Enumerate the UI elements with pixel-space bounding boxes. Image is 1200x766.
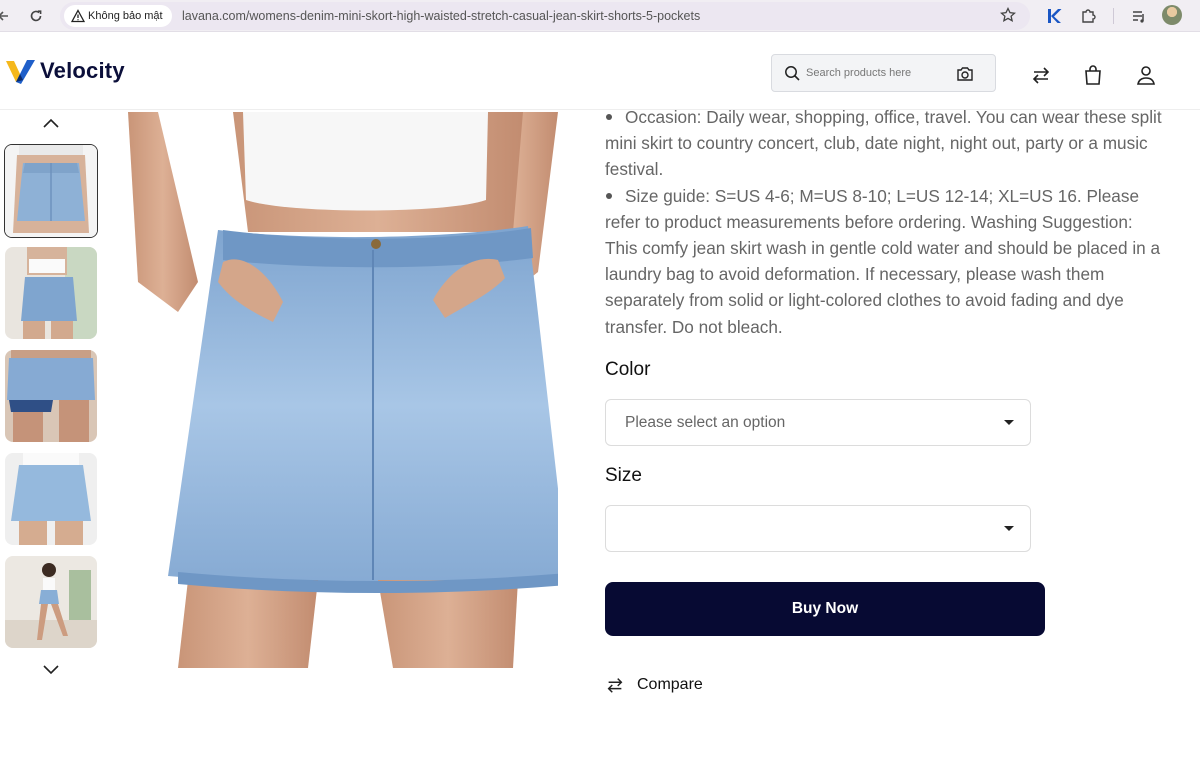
site-header: Velocity [0,36,1200,110]
search-icon [785,66,800,81]
k-extension-icon[interactable] [1044,6,1064,26]
url-text[interactable]: lavana.com/womens-denim-mini-skort-high-… [182,2,700,30]
media-queue-icon[interactable] [1129,6,1149,26]
bullet-dot [606,114,612,121]
main-product-image[interactable] [128,112,558,668]
browser-toolbar: Không bảo mật lavana.com/womens-denim-mi… [0,0,1200,32]
address-bar[interactable]: Không bảo mật lavana.com/womens-denim-mi… [60,2,1030,30]
back-arrow-icon[interactable] [0,7,12,25]
size-label: Size [605,465,642,486]
thumbnail-2[interactable] [5,247,97,339]
compare-arrows-icon [607,678,623,693]
velocity-logo-icon [6,60,35,84]
compare-link[interactable]: Compare [605,673,703,697]
bookmark-star-icon[interactable] [999,6,1018,25]
size-select[interactable] [605,505,1031,552]
search-box[interactable] [771,54,996,92]
thumbnail-3[interactable] [5,350,97,442]
thumbnail-5[interactable] [5,556,97,648]
brand-logo[interactable]: Velocity [6,58,125,84]
profile-avatar[interactable] [1162,5,1182,25]
brand-name: Velocity [40,58,125,83]
thumbnail-4[interactable] [5,453,97,545]
security-label: Không bảo mật [88,10,163,22]
search-input[interactable] [806,63,946,83]
bullet-dot [606,193,612,200]
extensions-puzzle-icon[interactable] [1079,6,1099,26]
description-bullet: Size guide: S=US 4-6; M=US 8-10; L=US 12… [605,183,1165,340]
thumbnail-1[interactable] [4,144,98,238]
chevron-down-icon[interactable] [40,661,62,677]
product-description: Occasion: Daily wear, shopping, office, … [605,104,1165,340]
color-select-value: Please select an option [625,414,786,431]
warning-icon [71,9,85,23]
shopping-bag-icon[interactable] [1082,64,1104,86]
buy-now-button[interactable]: Buy Now [605,582,1045,636]
user-account-icon[interactable] [1135,64,1157,86]
color-label: Color [605,359,651,380]
reload-icon[interactable] [27,7,45,25]
camera-icon[interactable] [956,65,974,82]
toolbar-separator [1113,8,1114,24]
security-chip[interactable]: Không bảo mật [64,5,172,27]
chevron-up-icon[interactable] [40,116,62,132]
caret-down-icon [1004,420,1014,425]
caret-down-icon [1004,526,1014,531]
description-size-guide: Size guide: S=US 4-6; M=US 8-10; L=US 12… [605,185,1161,337]
description-occasion: Occasion: Daily wear, shopping, office, … [605,107,1162,180]
compare-label: Compare [637,676,703,693]
compare-arrows-icon[interactable] [1030,64,1052,86]
description-bullet: Occasion: Daily wear, shopping, office, … [605,104,1165,183]
color-select[interactable]: Please select an option [605,399,1031,446]
